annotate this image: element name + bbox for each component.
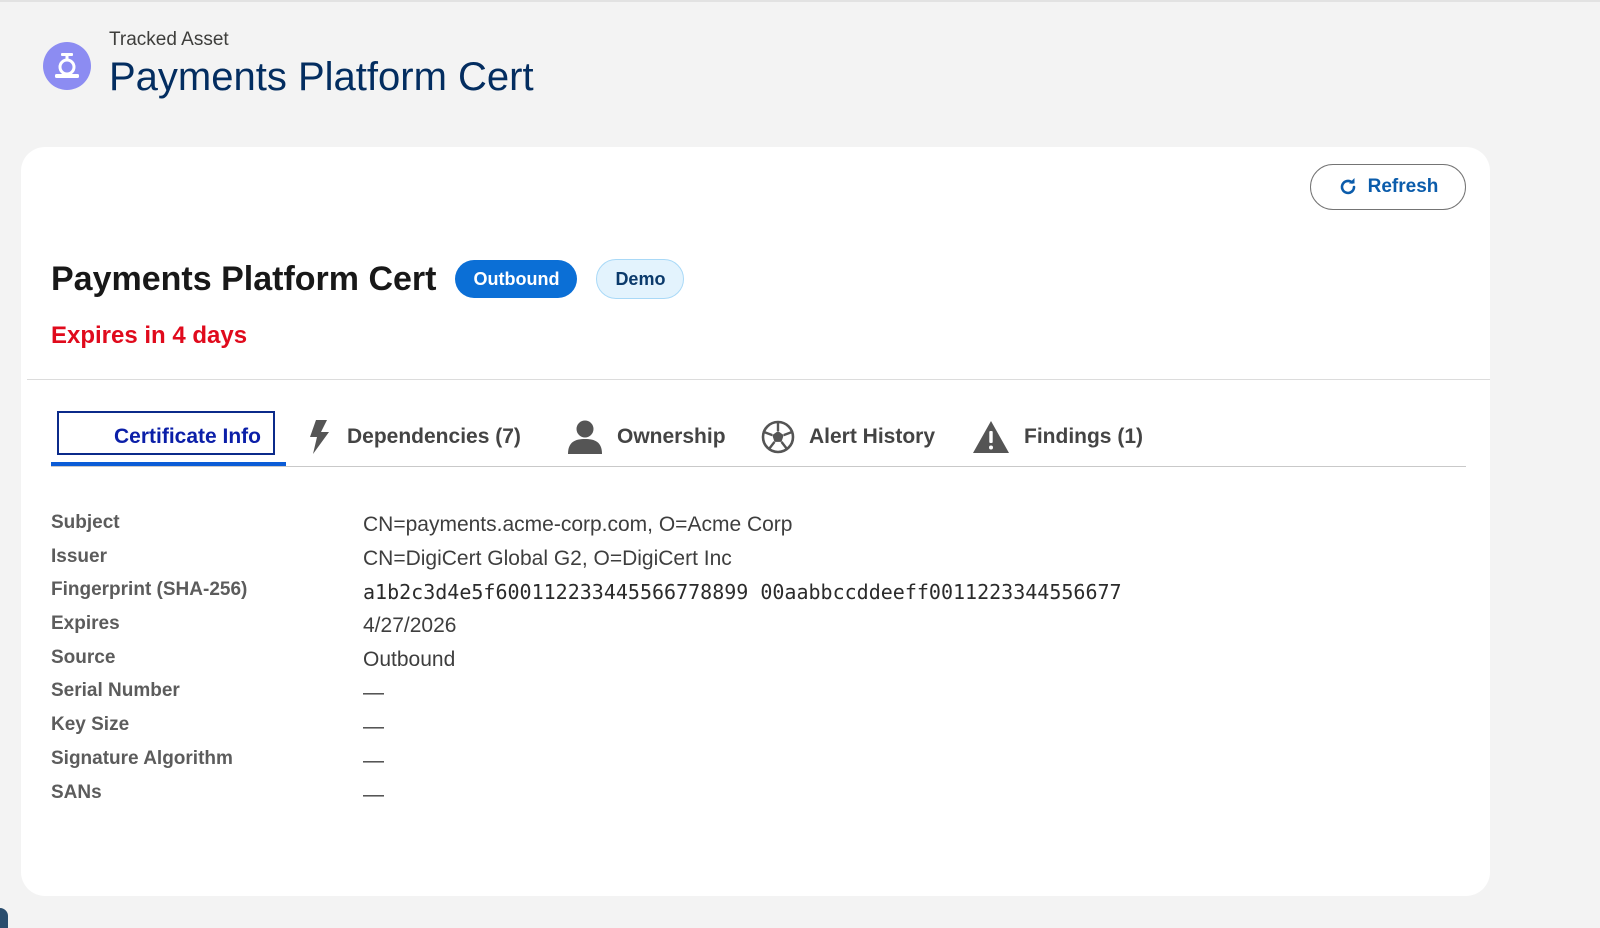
page-title: Payments Platform Cert (109, 55, 534, 99)
tab-ownership[interactable]: Ownership (567, 410, 726, 464)
header-kicker: Tracked Asset (109, 29, 229, 50)
badge-outbound: Outbound (455, 260, 578, 298)
tab-label: Findings (1) (1024, 425, 1143, 448)
window-corner (0, 908, 8, 928)
record-title-row: Payments Platform Cert Outbound Demo (51, 259, 685, 299)
expiry-warning: Expires in 4 days (51, 322, 248, 349)
detail-label: Subject (51, 512, 120, 533)
badge-demo: Demo (596, 259, 685, 299)
tab-bar: Certificate Info Dependencies (7) Owners… (51, 410, 1466, 467)
detail-label: Issuer (51, 545, 107, 567)
refresh-icon (1338, 177, 1358, 197)
record-title: Payments Platform Cert (51, 259, 437, 298)
detail-label: SANs (51, 781, 102, 803)
refresh-button-label: Refresh (1367, 176, 1439, 197)
detail-value: Outbound (363, 647, 456, 671)
divider (27, 379, 1490, 380)
detail-value: — (363, 681, 384, 705)
user-icon (567, 420, 603, 454)
tab-label: Dependencies (7) (347, 425, 521, 448)
detail-value: CN=DigiCert Global G2, O=DigiCert Inc (363, 546, 732, 570)
detail-label: Key Size (51, 714, 130, 736)
detail-value: 4/27/2026 (363, 614, 457, 638)
detail-label: Source (51, 646, 116, 668)
detail-value: — (363, 715, 384, 739)
warning-icon (972, 420, 1010, 454)
active-tab-indicator (51, 462, 286, 466)
top-border (0, 0, 1600, 2)
certificate-icon (43, 42, 91, 90)
record-card: Refresh Payments Platform Cert Outbound … (21, 147, 1490, 896)
detail-label: Signature Algorithm (51, 747, 233, 769)
refresh-button[interactable]: Refresh (1310, 164, 1466, 210)
tab-findings[interactable]: Findings (1) (972, 410, 1143, 464)
tab-alert-history[interactable]: Alert History (761, 410, 935, 464)
page: Tracked Asset Payments Platform Cert Ref… (0, 0, 1600, 928)
page-header: Tracked Asset Payments Platform Cert (43, 28, 534, 100)
detail-label: Expires (51, 613, 120, 635)
detail-label: Serial Number (51, 680, 180, 702)
detail-value: — (363, 782, 384, 806)
detail-value: CN=payments.acme-corp.com, O=Acme Corp (363, 513, 793, 536)
detail-value: — (363, 748, 384, 772)
bolt-icon (307, 420, 333, 454)
tab-label: Certificate Info (113, 425, 262, 448)
tab-label: Ownership (617, 425, 726, 448)
detail-label: Fingerprint (SHA-256) (51, 579, 248, 601)
fingerprint-value: a1b2c3d4e5f600112233445566778899 00aabbc… (363, 580, 1122, 605)
tab-certificate-info[interactable]: Certificate Info (51, 410, 286, 466)
tab-label: Alert History (809, 425, 936, 448)
soccer-ball-icon (761, 420, 795, 454)
tab-dependencies[interactable]: Dependencies (7) (307, 410, 521, 464)
